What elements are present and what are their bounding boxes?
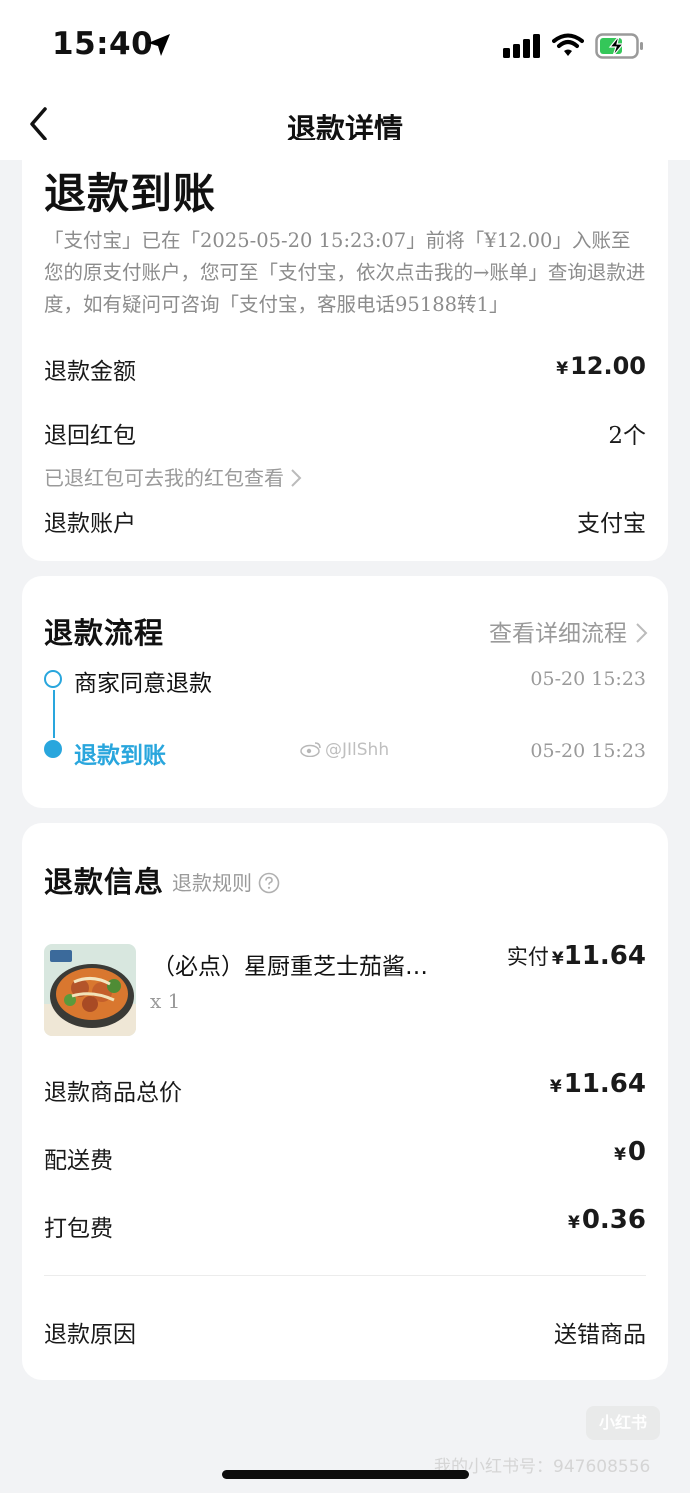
- wifi-icon: [552, 33, 584, 56]
- currency-symbol: ¥: [614, 1145, 626, 1165]
- goods-total-value: ¥11.64: [550, 1069, 646, 1099]
- question-circle-icon: [258, 872, 280, 894]
- currency-symbol: ¥: [556, 359, 569, 379]
- red-packet-label: 退回红包: [44, 423, 136, 449]
- product-name: （必点）星厨重芝士茄酱…: [152, 954, 428, 980]
- refund-status-title: 退款到账: [44, 169, 217, 218]
- step-time: 05-20 15:23: [530, 668, 646, 690]
- currency-symbol: ¥: [549, 1077, 562, 1097]
- delivery-fee-value: ¥0: [614, 1137, 646, 1167]
- goods-total-label: 退款商品总价: [44, 1080, 182, 1106]
- currency-symbol: ¥: [568, 1213, 580, 1233]
- product-paid-price: 实付 ¥11.64: [507, 941, 646, 971]
- refund-reason-label: 退款原因: [44, 1322, 136, 1348]
- refund-rules-text: 退款规则: [172, 871, 252, 895]
- refund-info-title: 退款信息: [44, 865, 165, 899]
- refund-account-label: 退款账户: [44, 511, 136, 537]
- refund-summary-card: 退款到账 「支付宝」已在「2025-05-20 15:23:07」前将「¥12.…: [22, 140, 668, 561]
- refund-process-title: 退款流程: [44, 616, 165, 650]
- view-detailed-process-text: 查看详细流程: [489, 621, 627, 647]
- refund-notice-text: 「支付宝」已在「2025-05-20 15:23:07」前将「¥12.00」入账…: [44, 229, 646, 316]
- red-packet-hint-link[interactable]: 已退红包可去我的红包查看: [44, 462, 302, 491]
- paid-amount: 11.64: [563, 941, 646, 971]
- refund-rules-link[interactable]: 退款规则: [172, 867, 280, 896]
- battery-charging-icon: [595, 33, 643, 59]
- location-arrow-icon: [148, 34, 170, 56]
- home-indicator[interactable]: [222, 1470, 469, 1479]
- chevron-right-icon: [636, 623, 648, 643]
- product-thumbnail[interactable]: [44, 944, 136, 1036]
- divider: [44, 1275, 646, 1276]
- status-time: 15:40: [52, 26, 154, 62]
- delivery-fee-label: 配送费: [44, 1148, 113, 1174]
- weibo-watermark: @JIlShh: [300, 740, 389, 760]
- refund-amount-number: 12.00: [570, 352, 646, 380]
- refund-info-card: 退款信息 退款规则 （必点）星厨重芝士茄酱… x 1 实付 ¥11.64 退款商品…: [22, 823, 668, 1380]
- weibo-handle: @JIlShh: [325, 740, 390, 760]
- step-indicator-hollow: [44, 670, 62, 688]
- packing-fee-number: 0.36: [581, 1205, 646, 1235]
- step-label: 商家同意退款: [74, 671, 212, 697]
- refund-amount-label: 退款金额: [44, 359, 136, 385]
- step-time: 05-20 15:23: [530, 740, 646, 762]
- packing-fee-label: 打包费: [44, 1216, 113, 1242]
- view-detailed-process-link[interactable]: 查看详细流程: [489, 614, 648, 648]
- step-indicator-active: [44, 740, 62, 758]
- refund-reason-value: 送错商品: [554, 1322, 646, 1348]
- product-image-icon: [44, 944, 136, 1036]
- chevron-right-icon: [291, 469, 302, 487]
- goods-total-number: 11.64: [563, 1069, 646, 1099]
- product-quantity: x 1: [150, 989, 181, 1013]
- delivery-fee-number: 0: [627, 1137, 646, 1167]
- weibo-icon: [300, 742, 321, 758]
- paid-label: 实付: [506, 945, 549, 969]
- step-connector-line: [53, 690, 55, 738]
- refund-process-card: 退款流程 查看详细流程 商家同意退款 05-20 15:23 退款到账 05-2…: [22, 576, 668, 808]
- red-packet-hint-text: 已退红包可去我的红包查看: [44, 466, 284, 490]
- status-bar: 15:40: [0, 0, 690, 92]
- step-label-active: 退款到账: [74, 743, 166, 769]
- xiaohongshu-logo-watermark: 小红书: [586, 1406, 660, 1440]
- cellular-signal-icon: [503, 34, 540, 58]
- refund-amount-value: ¥12.00: [556, 352, 646, 380]
- refund-account-value: 支付宝: [577, 511, 646, 537]
- red-packet-value: 2个: [608, 423, 646, 449]
- currency-symbol: ¥: [551, 949, 564, 969]
- packing-fee-value: ¥0.36: [568, 1205, 646, 1235]
